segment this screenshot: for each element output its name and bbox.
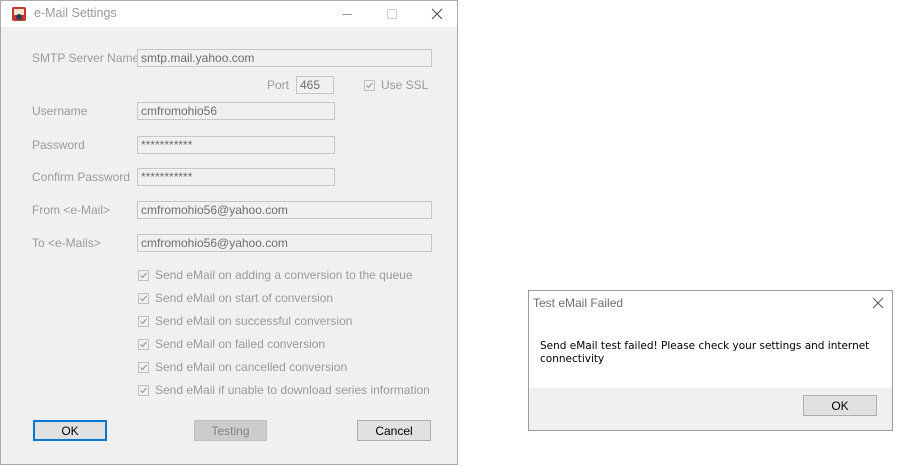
checkbox-box [138,269,149,281]
to-label: To <e-Mails> [32,236,101,250]
checkmark-icon [366,82,373,88]
checkbox-box [138,361,149,373]
option-label: Send eMail on cancelled conversion [155,360,348,374]
minimize-button[interactable] [324,1,369,27]
option-checkbox-cancelled[interactable]: Send eMail on cancelled conversion [138,359,347,375]
error-close-button[interactable] [870,295,886,311]
password-input[interactable]: *********** [137,136,335,154]
test-email-failed-dialog: Test eMail Failed Send eMail test failed… [528,290,893,431]
use-ssl-label: Use SSL [381,78,429,92]
maximize-button[interactable] [369,1,414,27]
smtp-server-input[interactable]: smtp.mail.yahoo.com [137,49,432,67]
close-icon [872,297,884,309]
error-dialog-title: Test eMail Failed [533,296,624,310]
option-checkbox-queue[interactable]: Send eMail on adding a conversion to the… [138,267,413,283]
error-message: Send eMail test failed! Please check you… [540,340,870,365]
password-label: Password [32,138,85,152]
close-icon [431,8,442,20]
option-label: Send eMail on failed conversion [155,337,326,351]
checkmark-icon [140,318,147,324]
checkmark-icon [140,295,147,301]
username-label: Username [32,104,88,118]
option-checkbox-start[interactable]: Send eMail on start of conversion [138,290,333,306]
option-label: Send eMail on successful conversion [155,314,353,328]
confirm-password-input[interactable]: *********** [137,168,335,186]
checkmark-icon [140,341,147,347]
error-dialog-footer: OK [529,388,892,430]
from-email-input[interactable]: cmfromohio56@yahoo.com [137,201,432,219]
title-bar[interactable]: e-Mail Settings [1,1,457,27]
option-checkbox-success[interactable]: Send eMail on successful conversion [138,313,352,329]
cancel-button[interactable]: Cancel [357,420,431,441]
window-title: e-Mail Settings [34,6,117,20]
error-ok-button[interactable]: OK [803,395,877,416]
close-button[interactable] [414,1,459,27]
use-ssl-checkbox[interactable]: Use SSL [364,77,428,93]
smtp-label: SMTP Server Name [32,51,140,65]
checkmark-icon [140,272,147,278]
confirm-password-label: Confirm Password [32,170,131,184]
checkbox-box [364,79,375,91]
port-label: Port [267,78,290,92]
to-emails-input[interactable]: cmfromohio56@yahoo.com [137,234,432,252]
option-checkbox-series-info[interactable]: Send eMail if unable to download series … [138,382,430,398]
port-input[interactable]: 465 [296,76,334,94]
email-settings-dialog: e-Mail Settings SMTP Server Name smtp.ma… [0,0,458,465]
checkbox-box [138,315,149,327]
ok-button[interactable]: OK [33,420,107,441]
checkbox-box [138,338,149,350]
username-input[interactable]: cmfromohio56 [137,102,335,120]
option-label: Send eMail on adding a conversion to the… [155,268,413,282]
from-label: From <e-Mail> [32,203,111,217]
checkbox-box [138,384,149,396]
option-label: Send eMail on start of conversion [155,291,334,305]
testing-button[interactable]: Testing [194,420,267,441]
checkbox-box [138,292,149,304]
maximize-icon [386,9,397,19]
checkmark-icon [140,364,147,370]
minimize-icon [341,14,352,15]
option-label: Send eMail if unable to download series … [155,383,430,397]
checkmark-icon [140,387,147,393]
option-checkbox-failed[interactable]: Send eMail on failed conversion [138,336,325,352]
app-icon [12,7,26,21]
